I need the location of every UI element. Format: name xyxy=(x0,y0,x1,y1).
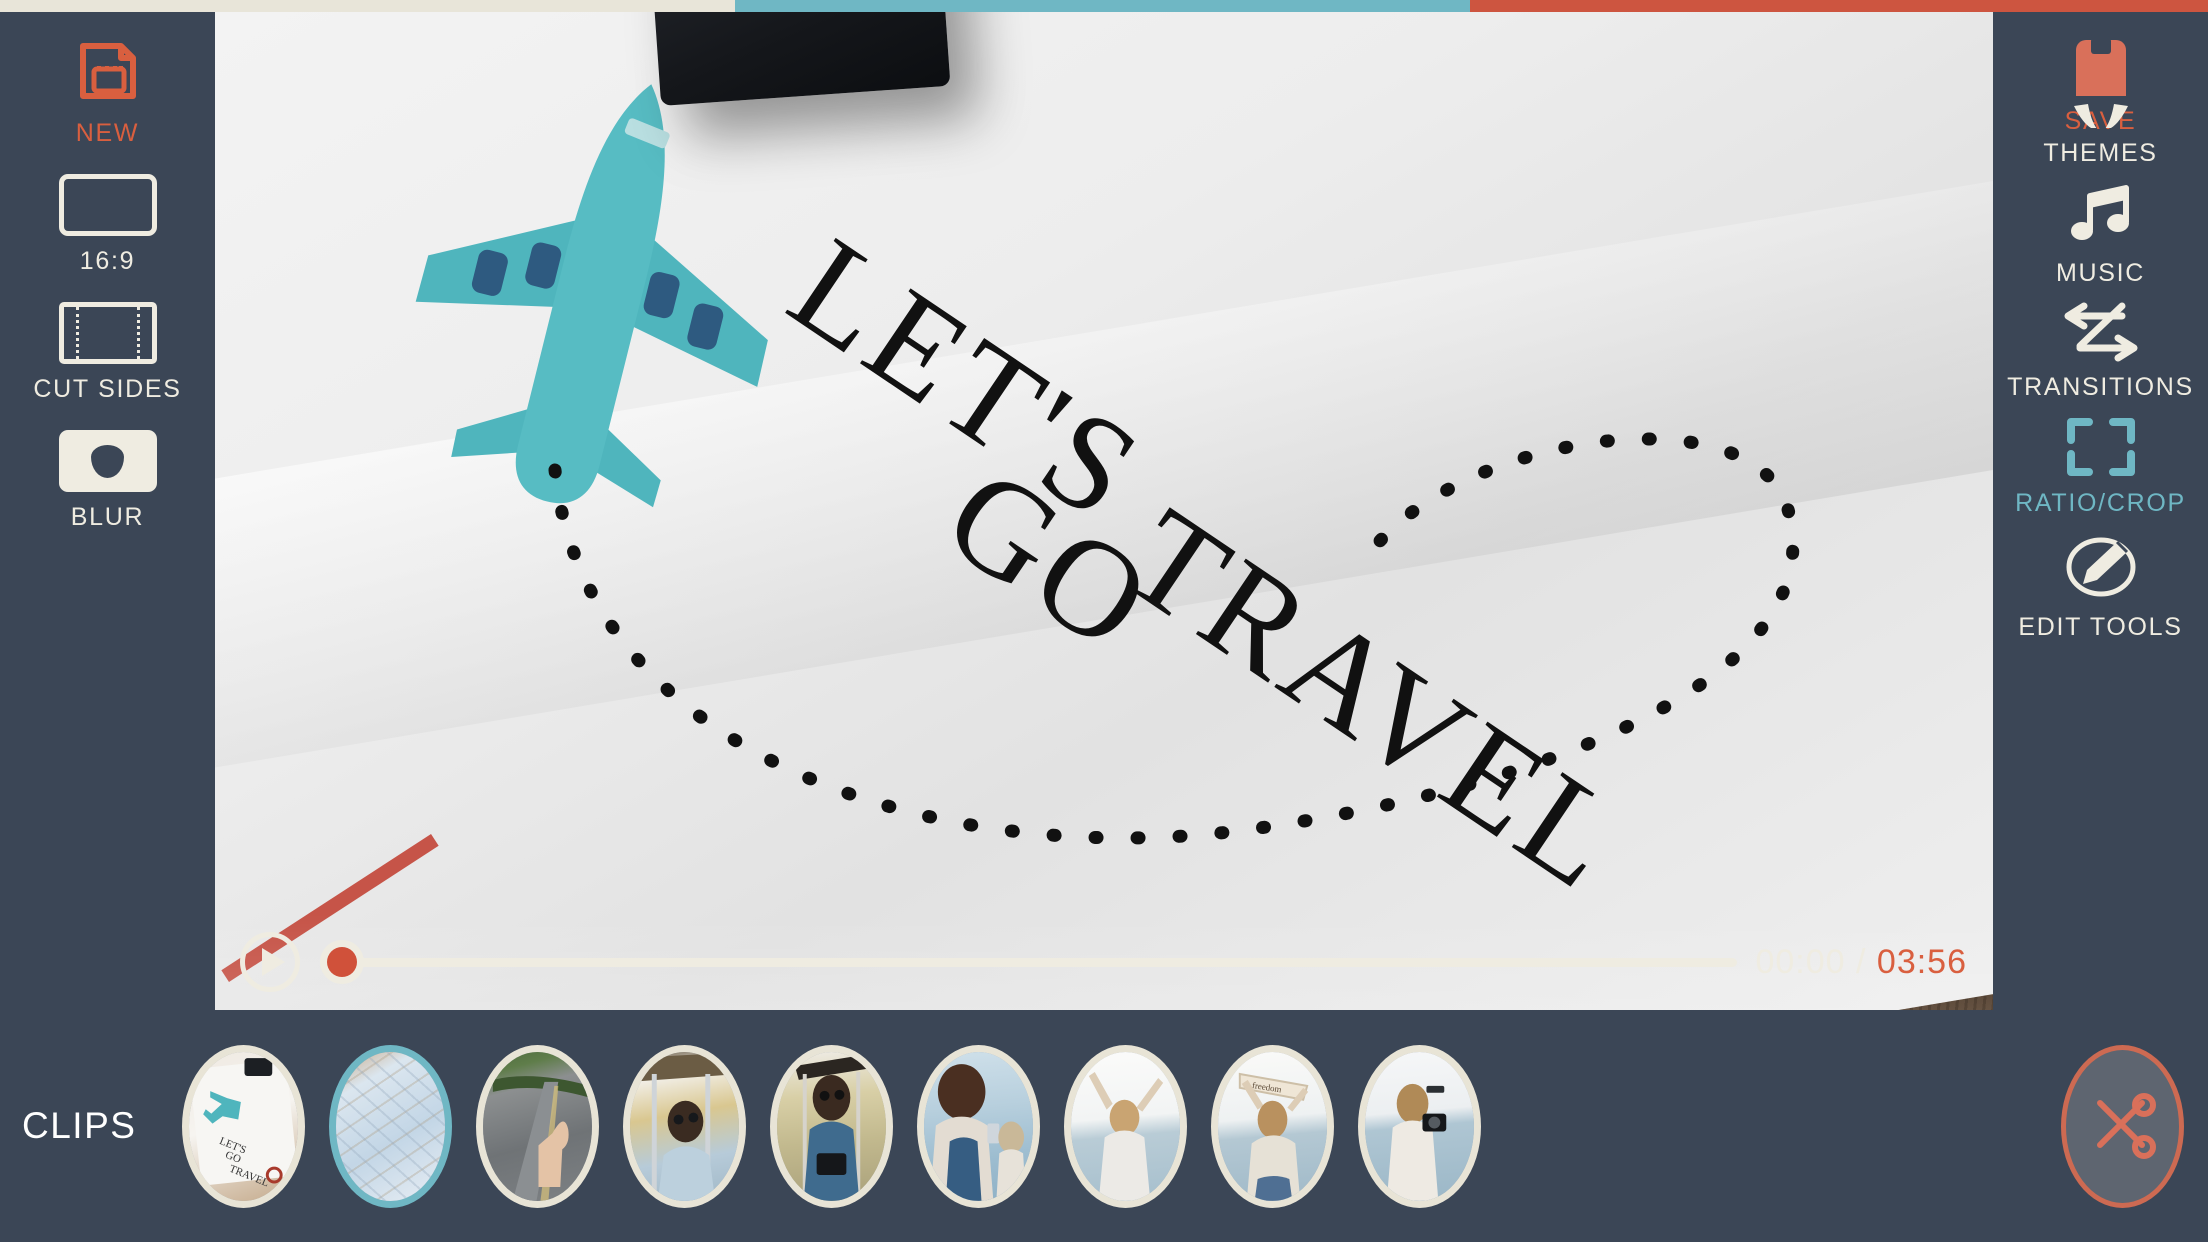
total-time: 03:56 xyxy=(1876,942,1967,981)
sidebar-item-ratio-crop[interactable]: RATIO/CROP xyxy=(1993,416,2208,518)
clips-tray: CLIPS LET'S GO TRAVEL freedom xyxy=(0,1010,2208,1242)
floppy-save-icon xyxy=(2064,30,2138,96)
playback-bar: 00:00 / 03:56 xyxy=(215,914,1993,1010)
clip-image-arms-raised-sea xyxy=(1071,1051,1180,1201)
music-note-icon xyxy=(2064,182,2138,248)
clip-thumbnail-8[interactable]: freedom xyxy=(1211,1044,1334,1208)
timecode-separator: / xyxy=(1856,942,1867,981)
clip-thumbnail-4[interactable] xyxy=(623,1044,746,1208)
clip-thumbnail-1[interactable]: LET'S GO TRAVEL xyxy=(182,1044,305,1208)
sidebar-item-new[interactable]: NEW xyxy=(0,34,215,148)
sidebar-label-blur: BLUR xyxy=(70,503,145,531)
clip-thumbnail-6[interactable] xyxy=(917,1044,1040,1208)
strip-segment-cream xyxy=(0,0,735,12)
sidebar-label-themes: THEMES xyxy=(2043,139,2158,167)
themes-icon xyxy=(2064,98,2138,128)
top-color-strip xyxy=(0,0,2208,12)
clips-strip[interactable]: LET'S GO TRAVEL freedom xyxy=(182,1010,2047,1242)
sidebar-item-transitions[interactable]: TRANSITIONS xyxy=(1993,302,2208,402)
current-time: 00:00 xyxy=(1755,942,1846,981)
aspect-16-9-icon xyxy=(58,174,157,236)
clip-thumbnail-9[interactable] xyxy=(1358,1044,1481,1208)
clip-image-tuk-tuk-ride xyxy=(630,1051,739,1201)
sidebar-item-ratio-16-9[interactable]: 16:9 xyxy=(0,174,215,276)
clip-thumbnail-3[interactable] xyxy=(476,1044,599,1208)
clip-image-photographer-at-sea xyxy=(1365,1051,1474,1201)
clip-image-woman-with-camera xyxy=(777,1051,886,1201)
sidebar-label-ratio-16-9: 16:9 xyxy=(79,247,136,275)
cut-sides-icon xyxy=(58,302,157,364)
sidebar-label-ratio-crop: RATIO/CROP xyxy=(2015,489,2186,517)
play-triangle-icon xyxy=(261,948,285,976)
clip-thumbnail-7[interactable] xyxy=(1064,1044,1187,1208)
clip-image-lets-go-travel-note: LET'S GO TRAVEL xyxy=(189,1051,298,1201)
clip-image-hitchhike-thumbs-up xyxy=(483,1051,592,1201)
clip-image-map-planning xyxy=(336,1051,445,1201)
sidebar-label-edit-tools: EDIT TOOLS xyxy=(2018,613,2183,641)
sidebar-label-cut-sides: CUT SIDES xyxy=(33,375,182,403)
new-project-icon xyxy=(71,34,145,108)
scrubber-handle[interactable] xyxy=(320,940,364,984)
clips-label: CLIPS xyxy=(22,1105,137,1146)
play-button[interactable] xyxy=(240,932,300,992)
sidebar-label-transitions: TRANSITIONS xyxy=(2007,373,2194,401)
sidebar-item-cut-sides[interactable]: CUT SIDES xyxy=(0,302,215,404)
scissors-icon xyxy=(2096,1093,2156,1159)
clip-image-freedom-banner: freedom xyxy=(1218,1051,1327,1201)
timeline-scrubber[interactable] xyxy=(320,932,1738,992)
sidebar-item-edit-tools[interactable]: EDIT TOOLS xyxy=(1993,532,2208,642)
scrubber-track[interactable] xyxy=(342,957,1738,967)
timecode-display: 00:00 / 03:56 xyxy=(1755,943,1967,982)
pencil-oval-icon xyxy=(2061,532,2141,602)
strip-segment-teal xyxy=(735,0,1470,12)
sidebar-item-music[interactable]: MUSIC xyxy=(1993,182,2208,288)
clip-image-beach-phone-photo xyxy=(924,1051,1033,1201)
sidebar-label-new: NEW xyxy=(75,119,140,147)
sidebar-label-music: MUSIC xyxy=(2055,259,2146,287)
strip-segment-red xyxy=(1470,0,2208,12)
left-toolbar: NEW 16:9 CUT SIDES BLUR xyxy=(0,0,215,1010)
sidebar-item-blur[interactable]: BLUR xyxy=(0,430,215,532)
right-toolbar: SAVE THEMES MUSIC TRANSITIONS RATIO/CROP… xyxy=(1993,0,2208,1010)
crop-brackets-icon xyxy=(2061,416,2141,478)
cut-clip-button[interactable] xyxy=(2061,1044,2184,1208)
sidebar-item-themes[interactable]: THEMES xyxy=(1993,98,2208,168)
clip-thumbnail-5[interactable] xyxy=(770,1044,893,1208)
transitions-icon xyxy=(2060,302,2142,362)
video-preview-stage[interactable]: LET'S GO TRAVEL 00:00 / 03:56 xyxy=(215,0,1993,1010)
clip-thumbnail-2[interactable] xyxy=(329,1044,452,1208)
blur-drop-icon xyxy=(58,430,157,492)
